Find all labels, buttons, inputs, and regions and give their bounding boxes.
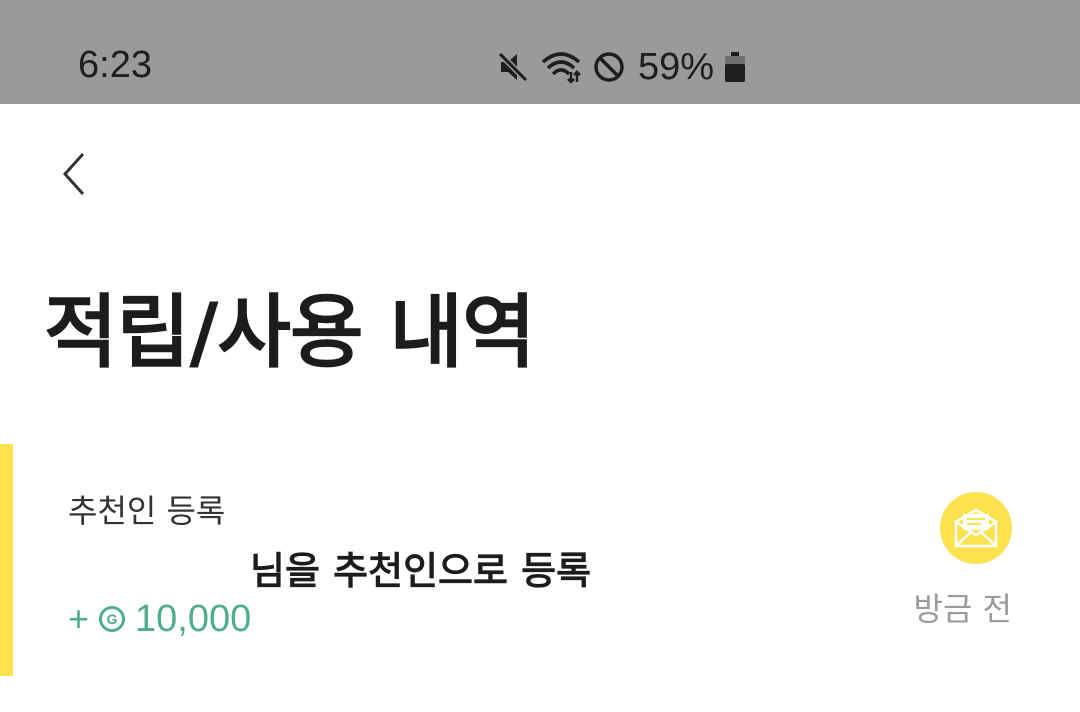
battery-percent: 59%: [638, 45, 715, 88]
back-button[interactable]: [44, 140, 104, 212]
history-description: 님을 추천인으로 등록: [250, 549, 592, 593]
battery-icon: [724, 50, 746, 84]
history-list-item[interactable]: 추천인 등록 님을 추천인으로 등록 + G 10,000 방금 전: [0, 444, 1080, 676]
do-not-disturb-icon: [592, 50, 626, 84]
status-time: 6:23: [78, 44, 152, 86]
history-amount: + G 10,000: [68, 596, 251, 642]
page-title: 적립/사용 내역: [44, 286, 536, 379]
coin-icon: G: [99, 606, 126, 632]
status-bar: 6:23 59%: [0, 0, 1080, 104]
chevron-left-icon: [59, 151, 89, 201]
history-time: 방금 전: [913, 590, 1013, 628]
status-icons: 59%: [496, 44, 746, 90]
wifi-icon: [540, 50, 582, 84]
accent-bar: [0, 444, 13, 676]
mute-icon: [496, 50, 530, 84]
envelope-icon: [940, 492, 1012, 564]
amount-sign: +: [68, 598, 90, 639]
amount-value: 10,000: [135, 597, 252, 640]
history-category: 추천인 등록: [68, 492, 226, 530]
